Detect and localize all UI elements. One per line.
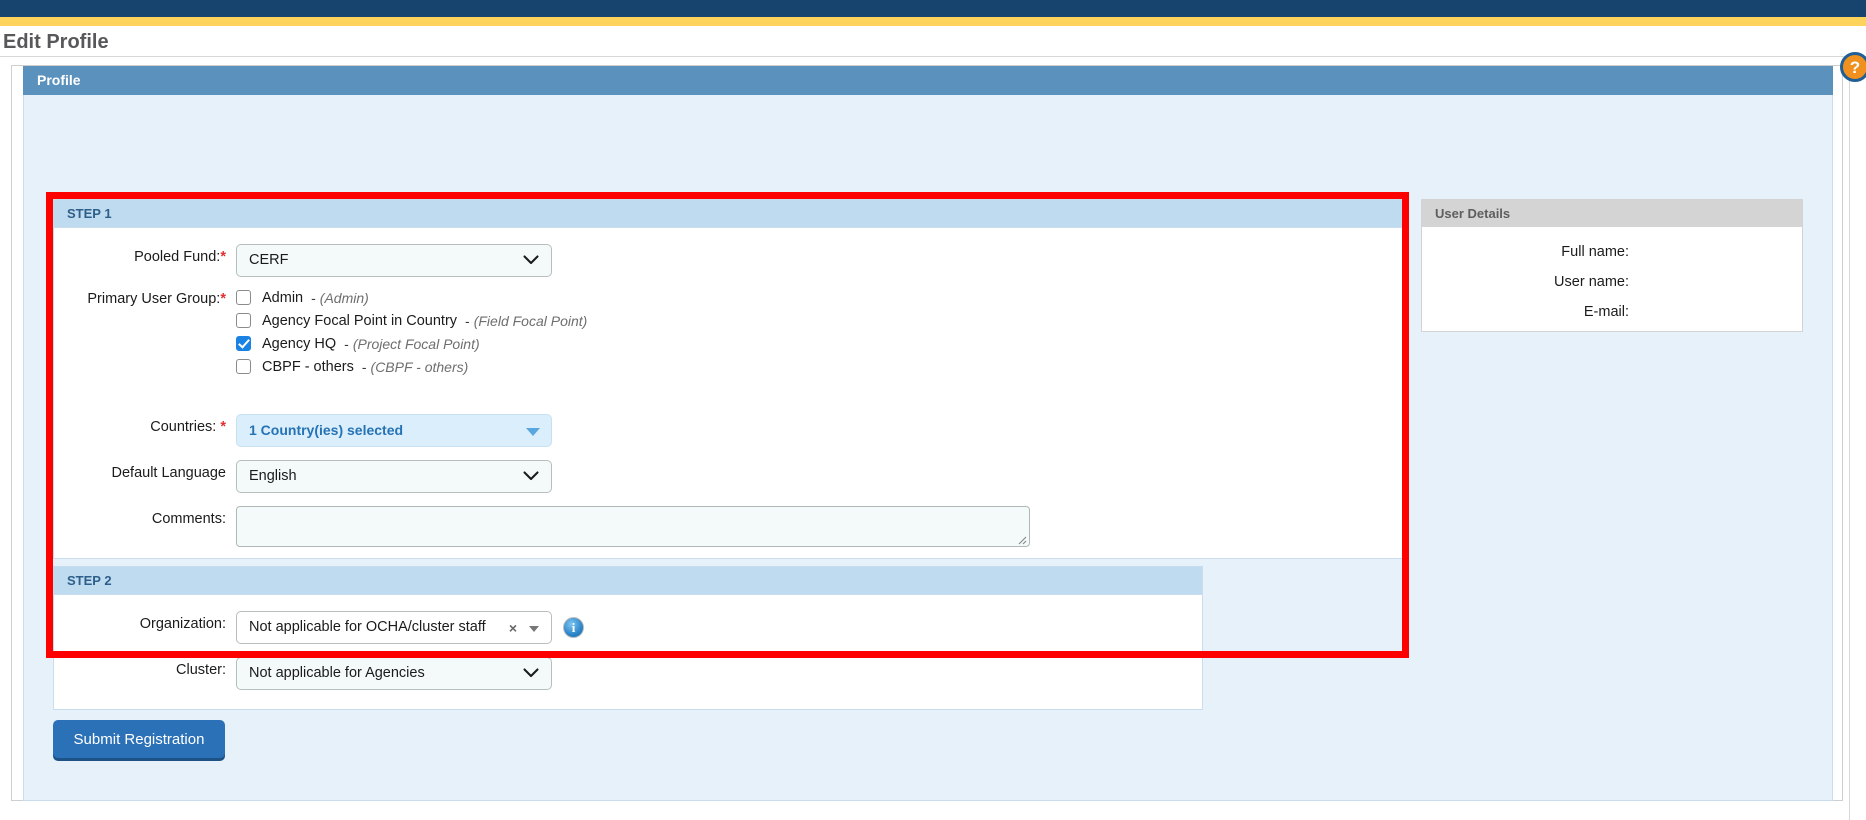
organization-select[interactable]: Not applicable for OCHA/cluster staff × [236, 611, 552, 644]
default-language-select[interactable]: English [236, 460, 552, 493]
right-edge-strip [1849, 57, 1866, 820]
countries-label-text: Countries: [150, 419, 217, 435]
checkbox-admin[interactable] [236, 290, 251, 305]
user-detail-row-full-name: Full name: [1422, 237, 1802, 267]
primary-user-group-label: Primary User Group:* [54, 286, 236, 307]
checkbox-agency-hq[interactable] [236, 336, 251, 351]
countries-value: 1 Country(ies) selected [249, 422, 404, 438]
chevron-down-icon [523, 461, 539, 492]
comments-textarea[interactable] [236, 506, 1030, 547]
user-detail-row-user-name: User name: [1422, 267, 1802, 297]
primary-user-group-label-text: Primary User Group: [87, 291, 221, 307]
profile-card-header: Profile [23, 66, 1833, 95]
checkbox-cbpf-others[interactable] [236, 359, 251, 374]
top-brand-bar [0, 0, 1866, 17]
pooled-fund-select[interactable]: CERF [236, 244, 552, 277]
pooled-fund-label-text: Pooled Fund: [134, 249, 221, 265]
checkbox-label-agency-focal-point-in-country: Agency Focal Point in Country [262, 312, 458, 329]
default-language-label: Default Language [111, 465, 227, 481]
checkbox-row-agency-hq[interactable]: Agency HQ - (Project Focal Point) [236, 332, 587, 355]
step1-header: STEP 1 [54, 200, 1402, 228]
checkbox-label-admin: Admin [262, 289, 304, 306]
cluster-select[interactable]: Not applicable for Agencies [236, 657, 552, 690]
pooled-fund-required-mark: * [220, 249, 226, 265]
resize-grip-icon[interactable] [1015, 533, 1027, 545]
full-name-label: Full name: [1561, 244, 1629, 260]
organization-label: Organization: [139, 616, 226, 632]
user-details-header: User Details [1422, 200, 1802, 227]
checkbox-label-cbpf-others: CBPF - others [262, 358, 354, 375]
user-detail-row-email: E-mail: [1422, 297, 1802, 327]
email-label: E-mail: [1583, 304, 1629, 320]
top-accent-bar [0, 17, 1866, 26]
page-title: Edit Profile [3, 31, 109, 53]
countries-label: Countries: * [54, 414, 236, 435]
primary-user-group-required-mark: * [220, 291, 226, 307]
comments-label: Comments: [151, 511, 226, 527]
profile-card: Profile STEP 1 Pooled Fund:* CERF Primar… [11, 65, 1843, 801]
checkbox-row-admin[interactable]: Admin - (Admin) [236, 286, 587, 309]
help-icon[interactable]: ? [1840, 52, 1866, 82]
info-icon[interactable]: i [563, 617, 584, 638]
checkbox-agency-focal-point-in-country[interactable] [236, 313, 251, 328]
profile-card-body: STEP 1 Pooled Fund:* CERF Primary User G… [23, 95, 1833, 801]
organization-row: Organization: Not applicable for OCHA/cl… [54, 611, 584, 644]
comments-row: Comments: [54, 506, 1030, 547]
step1-panel: STEP 1 Pooled Fund:* CERF Primary User G… [53, 199, 1403, 559]
checkbox-role-cbpf-others: (CBPF - others) [370, 358, 469, 375]
organization-value: Not applicable for OCHA/cluster staff [249, 619, 486, 635]
user-name-label: User name: [1554, 274, 1629, 290]
checkbox-sep-admin: - [311, 289, 316, 306]
primary-user-group-options: Admin - (Admin) Agency Focal Point in Co… [236, 286, 587, 378]
pooled-fund-row: Pooled Fund:* CERF [54, 244, 552, 277]
caret-down-icon[interactable] [529, 626, 539, 632]
checkbox-role-agency-focal-point-in-country: (Field Focal Point) [473, 312, 588, 329]
default-language-row: Default Language English [54, 460, 552, 493]
step2-header: STEP 2 [54, 567, 1202, 595]
title-divider [0, 56, 1866, 57]
default-language-value: English [249, 468, 297, 484]
checkbox-label-agency-hq: Agency HQ [262, 335, 337, 352]
checkbox-sep-agency-hq: - [344, 335, 349, 352]
countries-required-mark: * [220, 419, 226, 435]
submit-registration-button[interactable]: Submit Registration [53, 720, 225, 758]
chevron-down-icon [523, 245, 539, 276]
checkbox-row-agency-focal-point-in-country[interactable]: Agency Focal Point in Country - (Field F… [236, 309, 587, 332]
checkbox-role-agency-hq: (Project Focal Point) [352, 335, 480, 352]
cluster-row: Cluster: Not applicable for Agencies [54, 657, 552, 690]
user-details-panel: User Details Full name: User name: E-mai… [1421, 199, 1803, 332]
cluster-label: Cluster: [176, 662, 226, 678]
caret-down-icon [526, 428, 540, 436]
primary-user-group-row: Primary User Group:* Admin - (Admin) Age… [54, 286, 587, 378]
clear-icon[interactable]: × [509, 612, 517, 643]
step2-panel: STEP 2 Organization: Not applicable for … [53, 566, 1203, 710]
checkbox-sep-cbpf-others: - [361, 358, 367, 375]
countries-row: Countries: * 1 Country(ies) selected [54, 414, 552, 447]
pooled-fund-value: CERF [249, 252, 289, 268]
cluster-value: Not applicable for Agencies [249, 665, 425, 681]
countries-multiselect[interactable]: 1 Country(ies) selected [236, 414, 552, 447]
checkbox-row-cbpf-others[interactable]: CBPF - others - (CBPF - others) [236, 355, 587, 378]
pooled-fund-label: Pooled Fund:* [54, 244, 236, 265]
checkbox-sep-agency-focal-point-in-country: - [465, 312, 470, 329]
checkbox-role-admin: (Admin) [319, 289, 369, 306]
chevron-down-icon [523, 658, 539, 689]
